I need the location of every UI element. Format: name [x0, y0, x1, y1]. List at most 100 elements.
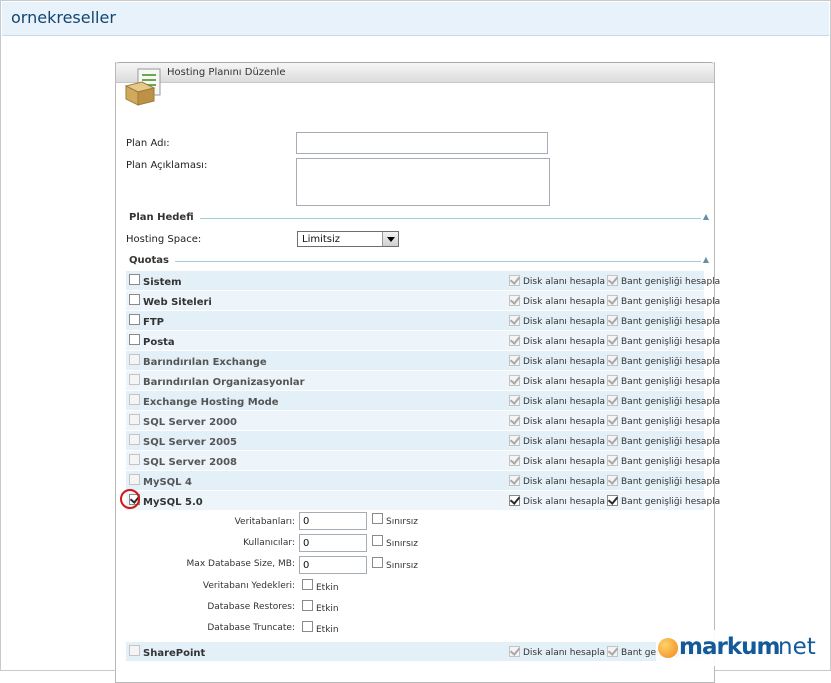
bandwidth-checkbox[interactable] — [607, 435, 618, 446]
disk-checkbox[interactable] — [509, 495, 520, 506]
bandwidth-checkbox[interactable] — [607, 415, 618, 426]
max-size-value: 0 — [303, 560, 310, 571]
backups-label: Veritabanı Yedekleri: — [202, 581, 295, 591]
enabled-label: Etkin — [316, 625, 339, 635]
highlight-circle — [120, 489, 140, 509]
disk-checkbox[interactable] — [509, 415, 520, 426]
bandwidth-label: Bant genişliği hesapla — [621, 457, 721, 467]
quota-checkbox[interactable] — [129, 274, 140, 285]
bandwidth-checkbox[interactable] — [607, 275, 618, 286]
bandwidth-checkbox[interactable] — [607, 475, 618, 486]
disk-checkbox[interactable] — [509, 475, 520, 486]
quota-checkbox[interactable] — [129, 474, 140, 485]
quota-name: SQL Server 2000 — [143, 417, 238, 428]
edit-hosting-plan-panel: Hosting Planını Düzenle Plan Adı: Plan A… — [115, 62, 720, 683]
quota-name: MySQL 5.0 — [143, 497, 203, 508]
disk-label: Disk alanı hesapla — [523, 497, 605, 507]
bandwidth-checkbox[interactable] — [607, 646, 618, 657]
collapse-arrow-icon[interactable]: ▲ — [703, 212, 709, 221]
bandwidth-checkbox[interactable] — [607, 375, 618, 386]
disk-checkbox[interactable] — [509, 375, 520, 386]
bandwidth-label: Bant genişliği hesapla — [621, 277, 721, 287]
unlimited-label: Sınırsız — [386, 561, 419, 571]
disk-label: Disk alanı hesapla — [523, 477, 605, 487]
databases-input[interactable]: 0 — [299, 512, 367, 530]
bandwidth-checkbox[interactable] — [607, 455, 618, 466]
backups-enabled-checkbox[interactable] — [302, 579, 313, 590]
hosting-space-select[interactable]: Limitsiz — [297, 231, 399, 247]
quota-name: Posta — [143, 337, 175, 348]
disk-checkbox[interactable] — [509, 455, 520, 466]
quota-row: Web Siteleri Disk alanı hesapla Bant gen… — [126, 291, 720, 310]
disk-label: Disk alanı hesapla — [523, 648, 605, 658]
section-title: Plan Hedefi — [129, 212, 200, 223]
plan-desc-label: Plan Açıklaması: — [126, 160, 208, 171]
markumnet-logo: markum net — [656, 630, 828, 666]
disk-checkbox[interactable] — [509, 646, 520, 657]
top-bar: ornekreseller — [2, 2, 829, 36]
plan-desc-textarea[interactable] — [296, 158, 550, 206]
quota-checkbox[interactable] — [129, 374, 140, 385]
restores-label: Database Restores: — [207, 602, 295, 612]
users-label: Kullanıcılar: — [243, 538, 295, 548]
quota-name: FTP — [143, 317, 164, 328]
quota-checkbox[interactable] — [129, 645, 140, 656]
bandwidth-checkbox[interactable] — [607, 495, 618, 506]
quota-checkbox[interactable] — [129, 414, 140, 425]
restores-enabled-checkbox[interactable] — [302, 600, 313, 611]
quota-row-mysql5: MySQL 5.0 Disk alanı hesapla Bant genişl… — [126, 491, 720, 510]
disk-checkbox[interactable] — [509, 355, 520, 366]
disk-label: Disk alanı hesapla — [523, 397, 605, 407]
bandwidth-checkbox[interactable] — [607, 355, 618, 366]
chevron-down-icon — [387, 237, 395, 242]
plan-name-label: Plan Adı: — [126, 138, 170, 149]
quota-checkbox[interactable] — [129, 314, 140, 325]
bandwidth-label: Bant genişliği hesapla — [621, 377, 721, 387]
disk-label: Disk alanı hesapla — [523, 457, 605, 467]
quota-name: SQL Server 2005 — [143, 437, 238, 448]
disk-checkbox[interactable] — [509, 275, 520, 286]
disk-checkbox[interactable] — [509, 295, 520, 306]
dropdown-button[interactable] — [382, 232, 398, 246]
disk-checkbox[interactable] — [509, 335, 520, 346]
quota-checkbox[interactable] — [129, 394, 140, 405]
bandwidth-checkbox[interactable] — [607, 295, 618, 306]
logo-suffix: net — [778, 634, 816, 660]
max-size-unlimited-checkbox[interactable] — [372, 557, 383, 568]
section-divider — [129, 218, 701, 219]
max-size-input[interactable]: 0 — [299, 556, 367, 574]
disk-checkbox[interactable] — [509, 315, 520, 326]
plan-name-input[interactable] — [296, 132, 548, 154]
databases-unlimited-checkbox[interactable] — [372, 513, 383, 524]
disk-checkbox[interactable] — [509, 395, 520, 406]
bandwidth-checkbox[interactable] — [607, 315, 618, 326]
bandwidth-label: Bant genişliği hesapla — [621, 337, 721, 347]
users-unlimited-checkbox[interactable] — [372, 535, 383, 546]
plan-target-section[interactable]: Plan Hedefi ▲ — [129, 212, 713, 226]
bandwidth-checkbox[interactable] — [607, 335, 618, 346]
quota-row: SQL Server 2008 Disk alanı hesapla Bant … — [126, 451, 720, 470]
truncate-enabled-checkbox[interactable] — [302, 621, 313, 632]
quota-checkbox[interactable] — [129, 294, 140, 305]
quota-row: SQL Server 2005 Disk alanı hesapla Bant … — [126, 431, 720, 450]
panel-header: Hosting Planını Düzenle — [116, 62, 714, 83]
disk-label: Disk alanı hesapla — [523, 337, 605, 347]
collapse-arrow-icon[interactable]: ▲ — [703, 255, 709, 264]
bandwidth-label: Bant genişliği hesapla — [621, 297, 721, 307]
quota-name: MySQL 4 — [143, 477, 192, 488]
quota-row: Barındırılan Organizasyonlar Disk alanı … — [126, 371, 720, 390]
truncate-label: Database Truncate: — [207, 623, 295, 633]
max-size-label: Max Database Size, MB: — [186, 559, 295, 569]
hosting-space-label: Hosting Space: — [126, 234, 202, 245]
enabled-label: Etkin — [316, 583, 339, 593]
globe-icon — [658, 638, 678, 658]
quota-checkbox[interactable] — [129, 454, 140, 465]
quota-checkbox[interactable] — [129, 354, 140, 365]
quota-checkbox[interactable] — [129, 434, 140, 445]
users-input[interactable]: 0 — [299, 534, 367, 552]
quotas-section[interactable]: Quotas ▲ — [129, 255, 713, 269]
bandwidth-checkbox[interactable] — [607, 395, 618, 406]
databases-label: Veritabanları: — [234, 517, 295, 527]
disk-checkbox[interactable] — [509, 435, 520, 446]
quota-checkbox[interactable] — [129, 334, 140, 345]
